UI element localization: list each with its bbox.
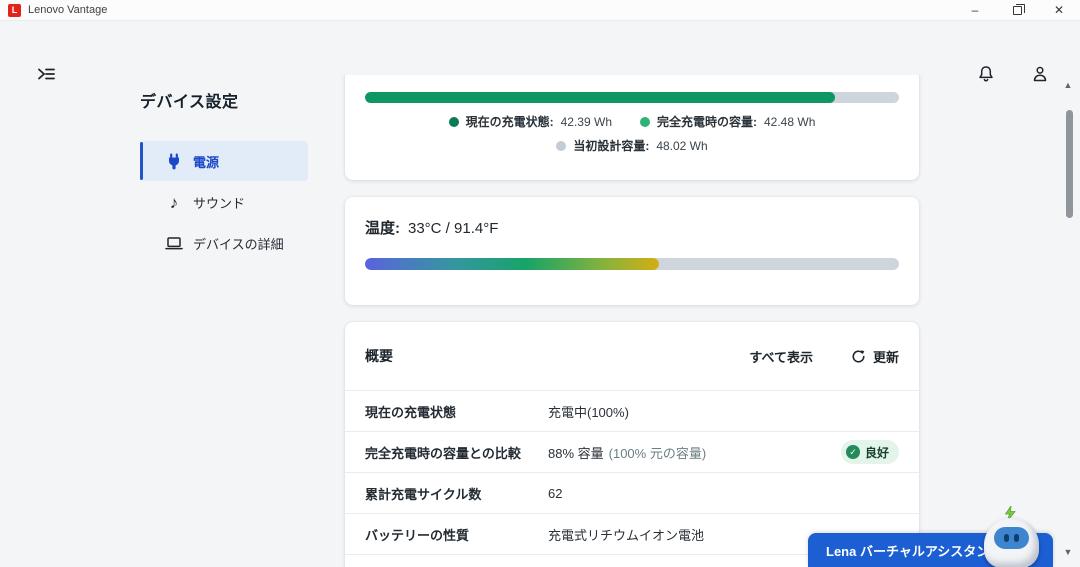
window-title: Lenovo Vantage <box>28 4 107 16</box>
refresh-label: 更新 <box>873 347 899 366</box>
legend-design-capacity: 当初設計容量: 48.02 Wh <box>556 137 707 154</box>
user-icon <box>1030 64 1050 84</box>
overview-card: 概要 すべて表示 更新 現在の充電状態 充電中(100%) 完全充電時の容量との… <box>345 322 919 567</box>
music-note-icon: ♪ <box>165 194 183 211</box>
temperature-fill <box>365 258 659 270</box>
legend-full-charge-capacity: 完全充電時の容量: 42.48 Wh <box>640 113 815 130</box>
laptop-icon <box>165 235 183 251</box>
battery-legend-row: 現在の充電状態: 42.39 Wh 完全充電時の容量: 42.48 Wh <box>345 113 919 130</box>
show-all-button[interactable]: すべて表示 <box>749 347 813 366</box>
legend-dot-icon <box>556 141 566 151</box>
sidebar-item-label: 電源 <box>193 152 219 171</box>
temperature-bar <box>365 258 899 270</box>
temperature-reading: 温度: 33°C / 91.4°F <box>365 217 498 238</box>
robot-face <box>994 527 1029 549</box>
legend-value: 42.39 Wh <box>561 115 612 129</box>
table-row: 完全充電時の容量との比較 88% 容量 (100% 元の容量) ✓ 良好 <box>345 432 919 473</box>
sidebar-nav: 電源 ♪ サウンド デバイスの詳細 <box>140 141 308 264</box>
robot-eye-icon <box>1004 534 1009 542</box>
scrollbar-thumb[interactable] <box>1066 110 1073 218</box>
legend-dot-icon <box>449 117 459 127</box>
row-label: 完全充電時の容量との比較 <box>365 443 548 462</box>
account-button[interactable] <box>1027 61 1053 87</box>
battery-legend-row: 当初設計容量: 48.02 Wh <box>345 137 919 154</box>
status-badge: ✓ 良好 <box>841 440 899 464</box>
battery-capacity-fill <box>365 92 835 103</box>
restore-icon <box>1013 6 1022 15</box>
legend-label: 現在の充電状態: <box>466 113 554 130</box>
row-label: 累計充電サイクル数 <box>365 484 548 503</box>
scrollbar-up-arrow[interactable]: ▲ <box>1061 80 1075 90</box>
power-plug-icon <box>165 153 183 170</box>
scrollbar-down-arrow[interactable]: ▼ <box>1061 547 1075 557</box>
sidebar: デバイス設定 電源 ♪ サウンド デバイスの詳細 <box>140 88 308 112</box>
row-value: 充電中(100%) <box>548 402 629 421</box>
battery-capacity-card: 現在の充電状態: 42.39 Wh 完全充電時の容量: 42.48 Wh 当初設… <box>345 75 919 180</box>
row-value: 充電式リチウムイオン電池 <box>548 525 704 544</box>
restore-button[interactable] <box>996 0 1038 20</box>
row-value: 62 <box>548 486 562 501</box>
table-row: 累計充電サイクル数 62 <box>345 473 919 514</box>
overview-title: 概要 <box>365 346 749 366</box>
refresh-button[interactable]: 更新 <box>851 347 899 366</box>
legend-dot-icon <box>640 117 650 127</box>
refresh-icon <box>851 349 866 364</box>
page-title: デバイス設定 <box>140 88 308 112</box>
overview-header: 概要 すべて表示 更新 <box>345 322 919 390</box>
sidebar-item-label: サウンド <box>193 193 245 212</box>
title-bar: L Lenovo Vantage – ✕ <box>0 0 1080 21</box>
sidebar-item-device-details[interactable]: デバイスの詳細 <box>140 223 308 263</box>
legend-current-charge: 現在の充電状態: 42.39 Wh <box>449 113 612 130</box>
overview-table: 現在の充電状態 充電中(100%) 完全充電時の容量との比較 88% 容量 (1… <box>345 390 919 555</box>
robot-eye-icon <box>1014 534 1019 542</box>
table-row: 現在の充電状態 充電中(100%) <box>345 391 919 432</box>
show-all-label: すべて表示 <box>749 347 813 366</box>
temperature-card: 温度: 33°C / 91.4°F <box>345 197 919 305</box>
row-label: 現在の充電状態 <box>365 402 548 421</box>
sidebar-expand-icon <box>36 64 56 84</box>
bell-icon <box>976 64 996 84</box>
assistant-robot-avatar[interactable] <box>982 506 1042 567</box>
minimize-button[interactable]: – <box>954 0 996 20</box>
temperature-label: 温度: <box>365 220 400 237</box>
legend-label: 当初設計容量: <box>573 137 649 154</box>
temperature-value: 33°C / 91.4°F <box>408 220 498 237</box>
row-label: バッテリーの性質 <box>365 525 548 544</box>
app-header <box>0 21 1080 75</box>
legend-value: 48.02 Wh <box>656 139 707 153</box>
legend-value: 42.48 Wh <box>764 115 815 129</box>
row-value: 88% 容量 <box>548 443 604 462</box>
sidebar-item-power[interactable]: 電源 <box>140 141 308 181</box>
close-button[interactable]: ✕ <box>1038 0 1080 20</box>
notifications-button[interactable] <box>973 61 999 87</box>
assistant-label: Lena バーチャルアシスタント <box>826 541 1002 560</box>
check-circle-icon: ✓ <box>846 445 860 459</box>
row-value-note: (100% 元の容量) <box>609 443 707 462</box>
badge-label: 良好 <box>865 444 889 461</box>
sidebar-item-label: デバイスの詳細 <box>193 234 284 253</box>
sidebar-item-sound[interactable]: ♪ サウンド <box>140 182 308 222</box>
legend-label: 完全充電時の容量: <box>657 113 757 130</box>
lenovo-logo-icon: L <box>8 4 21 17</box>
robot-head <box>984 518 1039 567</box>
expand-menu-button[interactable] <box>33 61 59 87</box>
battery-capacity-bar <box>365 92 899 103</box>
